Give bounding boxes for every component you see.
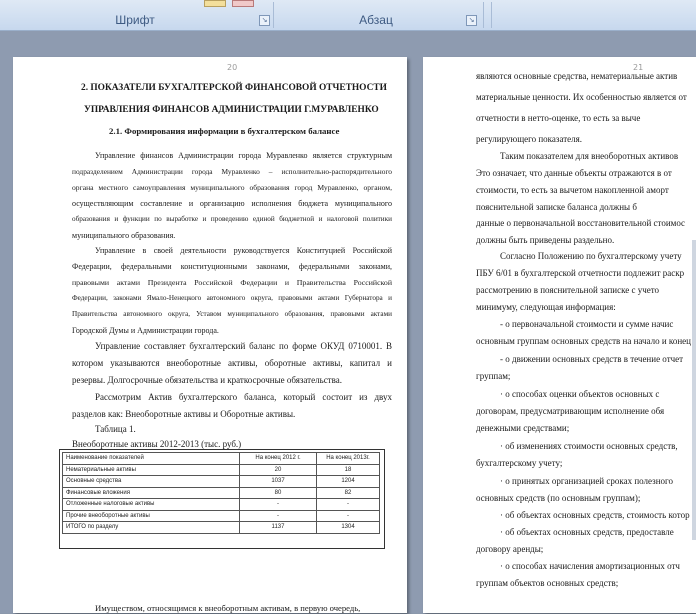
table-cell: 82 (316, 486, 380, 499)
non-current-assets-table[interactable]: Наименование показателей На конец 2012 г… (62, 452, 380, 534)
paragraph-line: образования и функции по выработке и про… (72, 215, 392, 223)
group-separator (483, 2, 484, 28)
table-header-cell: Наименование показателей (62, 452, 240, 465)
paragraph-line: минимуму, следующая информация: (476, 302, 616, 312)
heading-line-2: УПРАВЛЕНИЯ ФИНАНСОВ АДМИНИСТРАЦИИ Г.МУРА… (84, 105, 379, 115)
group-separator (491, 2, 492, 28)
paragraph-line: · о способах начисления амортизационных … (500, 561, 680, 571)
paragraph-line: пояснительной записке баланса должны б (476, 202, 637, 212)
text-highlight-swatch[interactable] (204, 0, 226, 7)
paragraph-line: Таким показателем для внеоборотных актив… (500, 151, 679, 161)
table-total-row: ИТОГО по разделу 1137 1304 (62, 521, 380, 534)
paragraph-line: · об объектах основных средств, стоимост… (500, 510, 690, 520)
paragraph-line: группам объектов основных средств; (476, 578, 619, 588)
font-color-swatch[interactable] (232, 0, 254, 7)
paragraph-line: · о способах оценки объектов основных с (500, 389, 660, 399)
table-cell: ИТОГО по разделу (62, 521, 240, 534)
table-row: Прочие внеоборотные активы - - (62, 509, 380, 522)
paragraph-line: муниципального образования. (72, 231, 176, 240)
paragraph-line: Правительства автономного округа, Уставо… (72, 310, 392, 318)
paragraph-line: договорам, предусматривающим исполнение … (476, 406, 665, 416)
table-cell: Финансовые вложения (62, 486, 240, 499)
ribbon: Шрифт ↘ Абзац ↘ (0, 0, 696, 31)
table-cell: 18 (316, 463, 380, 476)
page-edge-shadow (692, 240, 696, 540)
table-row: Отложенные налоговые активы - - (62, 498, 380, 511)
table-header-cell: На конец 2013г. (316, 452, 380, 465)
paragraph-line: Управление составляет бухгалтерский бала… (95, 341, 392, 351)
font-dialog-launcher-icon[interactable]: ↘ (259, 15, 270, 26)
table-row: Основные средства 1037 1204 (62, 475, 380, 488)
paragraph-line: Управление финансов Администрации города… (95, 151, 392, 160)
table-cell: - (239, 498, 317, 511)
heading-line-1: 2. ПОКАЗАТЕЛИ БУХГАЛТЕРСКОЙ ФИНАНСОВОЙ О… (81, 83, 387, 93)
paragraph-line: договору аренды; (476, 544, 544, 554)
paragraph-line: рассмотрению в пояснительной записке с у… (476, 285, 660, 295)
paragraph-line: ПБУ 6/01 в бухгалтерской отчетности подл… (476, 268, 685, 278)
paragraph-line: Рассмотрим Актив бухгалтерского баланса,… (95, 392, 392, 402)
paragraph-line: бухгалтерскому учету; (476, 458, 563, 468)
paragraph-line: данные о первоначальной восстановительно… (476, 218, 686, 228)
page-number: 20 (227, 63, 238, 72)
table-cell: Основные средства (62, 475, 240, 488)
paragraph-line: органа местного самоуправления муниципал… (72, 183, 392, 192)
table-cell: - (316, 509, 380, 522)
paragraph-line: группам; (476, 371, 511, 381)
paragraph-line: правовыми актами Президента Российской Ф… (72, 278, 392, 287)
table-cell: 1037 (239, 475, 317, 488)
paragraph-dialog-launcher-icon[interactable]: ↘ (466, 15, 477, 26)
paragraph-line: - о движении основных средств в течение … (500, 354, 684, 364)
paragraph-line: стоимости, то есть за вычетом накопленно… (476, 185, 669, 195)
table-cell: - (239, 509, 317, 522)
table-cell: Прочие внеоборотные активы (62, 509, 240, 522)
table-row: Нематериальные активы 20 18 (62, 463, 380, 476)
paragraph-line: Федерации, законами Ямало-Ненецкого авто… (72, 294, 392, 302)
paragraph-line: - о первоначальной стоимости и сумме нач… (500, 319, 674, 329)
paragraph-line: Федерации, федеральными конституционными… (72, 262, 392, 271)
paragraph-line: регулирующего показателя. (476, 134, 583, 144)
paragraph-line: · о принятых организацией сроках полезно… (500, 476, 673, 486)
paragraph-line: подразделением Администрации города Мура… (72, 167, 392, 176)
font-group-label: Шрифт (115, 13, 155, 27)
table-cell: 20 (239, 463, 317, 476)
paragraph-line: котором указываются внеоборотные активы,… (72, 358, 392, 368)
paragraph-line: Городской Думы и Администрации города. (72, 326, 219, 335)
subheading: 2.1. Формирования информации в бухгалтер… (109, 126, 340, 136)
table-caption: Таблица 1. (95, 424, 136, 434)
table-cell: Нематериальные активы (62, 463, 240, 476)
paragraph-line: осуществляющим составление и организацию… (72, 199, 392, 208)
group-separator (273, 2, 274, 28)
paragraph-line: Это означает, что данные объекты отражаю… (476, 168, 672, 178)
table-cell: 1137 (239, 521, 317, 534)
table-cell: - (316, 498, 380, 511)
paragraph-line: Согласно Положению по бухгалтерскому уче… (500, 251, 682, 261)
table-header-row: Наименование показателей На конец 2012 г… (62, 452, 380, 465)
paragraph-line: основным группам основных средств на нач… (476, 336, 691, 346)
paragraph-line: · об изменениях стоимости основных средс… (500, 441, 678, 451)
table-cell: 80 (239, 486, 317, 499)
table-cell: Отложенные налоговые активы (62, 498, 240, 511)
paragraph-line: резервы. Долгосрочные обязательства и кр… (72, 375, 342, 385)
paragraph-line: · об объектах основных средств, предоста… (500, 527, 674, 537)
paragraph-line: материальные ценности. Их особенностью я… (476, 92, 687, 102)
paragraph-line: Имуществом, относящимся к внеоборотным а… (95, 603, 361, 613)
paragraph-line: являются основные средства, нематериальн… (476, 71, 678, 81)
paragraph-line: разделов как: Внеоборотные активы и Обор… (72, 409, 296, 419)
table-row: Финансовые вложения 80 82 (62, 486, 380, 499)
table-cell: 1204 (316, 475, 380, 488)
table-cell: 1304 (316, 521, 380, 534)
paragraph-group-label: Абзац (359, 13, 393, 27)
paragraph-line: денежными средствами; (476, 423, 570, 433)
table-header-cell: На конец 2012 г. (239, 452, 317, 465)
paragraph-line: Управление в своей деятельности руководс… (95, 246, 392, 255)
paragraph-line: отчетности в нетто-оценке, то есть за вы… (476, 113, 641, 123)
paragraph-line: должны быть приведены раздельно. (476, 235, 615, 245)
paragraph-line: основных средств (по основным группам); (476, 493, 641, 503)
document-page-21[interactable]: 21 являются основные средства, нематериа… (423, 57, 696, 613)
